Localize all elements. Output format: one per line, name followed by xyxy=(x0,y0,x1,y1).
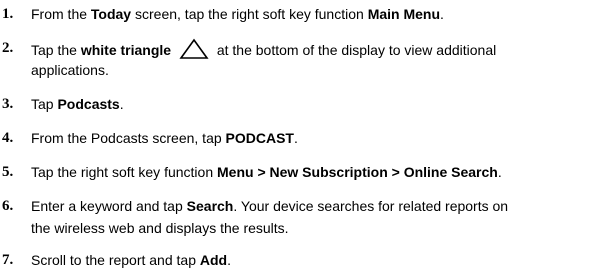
step-number: 3. xyxy=(2,96,14,112)
step-emphasis: white triangle xyxy=(80,42,172,58)
step-number: 7. xyxy=(2,252,14,268)
step-text-segment: . xyxy=(119,96,124,112)
step-text-segment: Tap the xyxy=(31,42,81,58)
step-text-line: Scroll to the report and tap Add. xyxy=(31,250,591,270)
step-text-line: applications. xyxy=(31,60,591,80)
step-text-segment: screen, tap the right soft key function xyxy=(131,6,368,22)
step-text-line: Tap the white triangle at the bottom of … xyxy=(31,38,591,60)
step-number: 4. xyxy=(2,130,14,146)
step-emphasis: Main Menu xyxy=(367,6,441,22)
step-text-segment: Tap the right soft key function xyxy=(31,164,217,180)
step-text-line: Tap the right soft key function Menu > N… xyxy=(31,162,591,182)
step-text-line: From the Podcasts screen, tap PODCAST. xyxy=(31,128,591,148)
step-text-line: Tap Podcasts. xyxy=(31,94,591,114)
step-text-segment: From the xyxy=(31,6,91,22)
step-number: 1. xyxy=(2,6,14,22)
instruction-steps: 1. From the Today screen, tap the right s… xyxy=(0,0,599,275)
step-text-segment: Scroll to the report and tap xyxy=(31,252,200,268)
step-text-segment: . xyxy=(227,252,231,268)
step-emphasis: Today xyxy=(90,6,132,22)
step-text-segment: Enter a keyword and tap xyxy=(31,198,187,214)
step-text-segment: . xyxy=(293,130,298,146)
step-text-line: the wireless web and displays the result… xyxy=(31,218,591,238)
step-text-segment: From the Podcasts screen, tap xyxy=(31,130,226,146)
step-text-segment: the wireless web and displays the result… xyxy=(31,220,289,236)
step-text-segment: at the bottom of the display to view add… xyxy=(212,42,497,58)
step-text-segment: . xyxy=(497,164,502,180)
step-emphasis: Menu > New Subscription > Online Search xyxy=(217,164,498,180)
step-text-segment xyxy=(171,42,175,58)
step-number: 6. xyxy=(2,198,14,214)
step-text-segment: Tap xyxy=(31,96,58,112)
step-emphasis: Add xyxy=(199,252,228,268)
step-emphasis: Search xyxy=(186,198,234,214)
step-text-line: Enter a keyword and tap Search. Your dev… xyxy=(31,196,591,216)
step-text-line: From the Today screen, tap the right sof… xyxy=(31,4,591,24)
step-number: 2. xyxy=(2,40,14,56)
step-emphasis: Podcasts xyxy=(57,96,120,112)
triangle-outline-icon xyxy=(179,38,209,59)
step-text-segment: . Your device searches for related repor… xyxy=(233,198,509,214)
step-text-segment: applications. xyxy=(31,62,109,78)
step-text-segment: . xyxy=(440,6,444,22)
step-number: 5. xyxy=(2,164,14,180)
step-emphasis: PODCAST xyxy=(225,130,294,146)
